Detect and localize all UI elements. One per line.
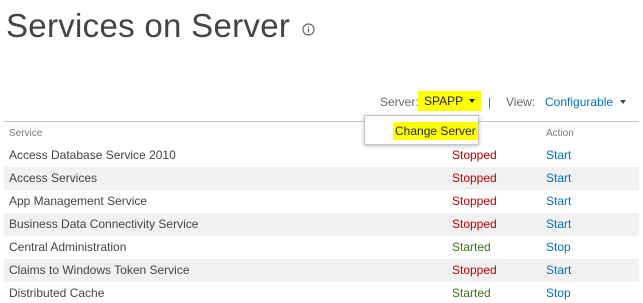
service-status: Stopped bbox=[452, 217, 497, 231]
page-title: Services on Server bbox=[6, 6, 315, 46]
column-header-service: Service bbox=[9, 128, 43, 139]
service-name: Central Administration bbox=[9, 240, 127, 254]
table-row: Distributed Cache Started Stop bbox=[4, 282, 639, 303]
view-selector[interactable]: Configurable bbox=[545, 95, 627, 109]
service-name: Access Services bbox=[9, 171, 98, 185]
start-link[interactable]: Start bbox=[546, 259, 571, 282]
table-row: App Management Service Stopped Start bbox=[4, 190, 639, 213]
view-label: View: bbox=[506, 95, 536, 109]
service-status: Stopped bbox=[452, 194, 497, 208]
table-row: Claims to Windows Token Service Stopped … bbox=[4, 259, 639, 282]
start-link[interactable]: Start bbox=[546, 144, 571, 167]
service-status: Started bbox=[452, 286, 491, 300]
table-row: Access Services Stopped Start bbox=[4, 167, 639, 190]
start-link[interactable]: Start bbox=[546, 213, 571, 236]
toolbar-separator: | bbox=[488, 95, 492, 109]
stop-link[interactable]: Stop bbox=[546, 236, 571, 259]
service-name: Business Data Connectivity Service bbox=[9, 217, 199, 231]
table-row: Business Data Connectivity Service Stopp… bbox=[4, 213, 639, 236]
server-label: Server: bbox=[380, 95, 419, 109]
column-header-action: Action bbox=[546, 128, 574, 139]
server-selector[interactable]: SPAPP bbox=[418, 91, 482, 111]
start-link[interactable]: Start bbox=[546, 167, 571, 190]
service-name: Claims to Windows Token Service bbox=[9, 263, 190, 277]
server-dropdown-menu: Change Server bbox=[364, 115, 479, 145]
service-status: Stopped bbox=[452, 263, 497, 277]
server-toolbar: Server: SPAPP | View: Configurable bbox=[0, 91, 643, 111]
start-link[interactable]: Start bbox=[546, 190, 571, 213]
chevron-down-icon bbox=[620, 100, 627, 104]
chevron-down-icon bbox=[469, 99, 476, 103]
service-name: Distributed Cache bbox=[9, 286, 105, 300]
change-server-menu-item[interactable]: Change Server bbox=[393, 122, 478, 140]
view-selector-value: Configurable bbox=[545, 95, 614, 109]
service-name: App Management Service bbox=[9, 194, 148, 208]
table-row: Access Database Service 2010 Stopped Sta… bbox=[4, 144, 639, 167]
table-header-divider bbox=[4, 121, 639, 122]
info-icon[interactable] bbox=[302, 22, 315, 36]
server-selector-value: SPAPP bbox=[424, 94, 464, 108]
service-status: Started bbox=[452, 240, 491, 254]
service-status: Stopped bbox=[452, 148, 497, 162]
table-row: Central Administration Started Stop bbox=[4, 236, 639, 259]
service-status: Stopped bbox=[452, 171, 497, 185]
page-title-text: Services on Server bbox=[6, 7, 291, 44]
stop-link[interactable]: Stop bbox=[546, 282, 571, 303]
service-name: Access Database Service 2010 bbox=[9, 148, 176, 162]
services-table: Access Database Service 2010 Stopped Sta… bbox=[4, 144, 639, 303]
